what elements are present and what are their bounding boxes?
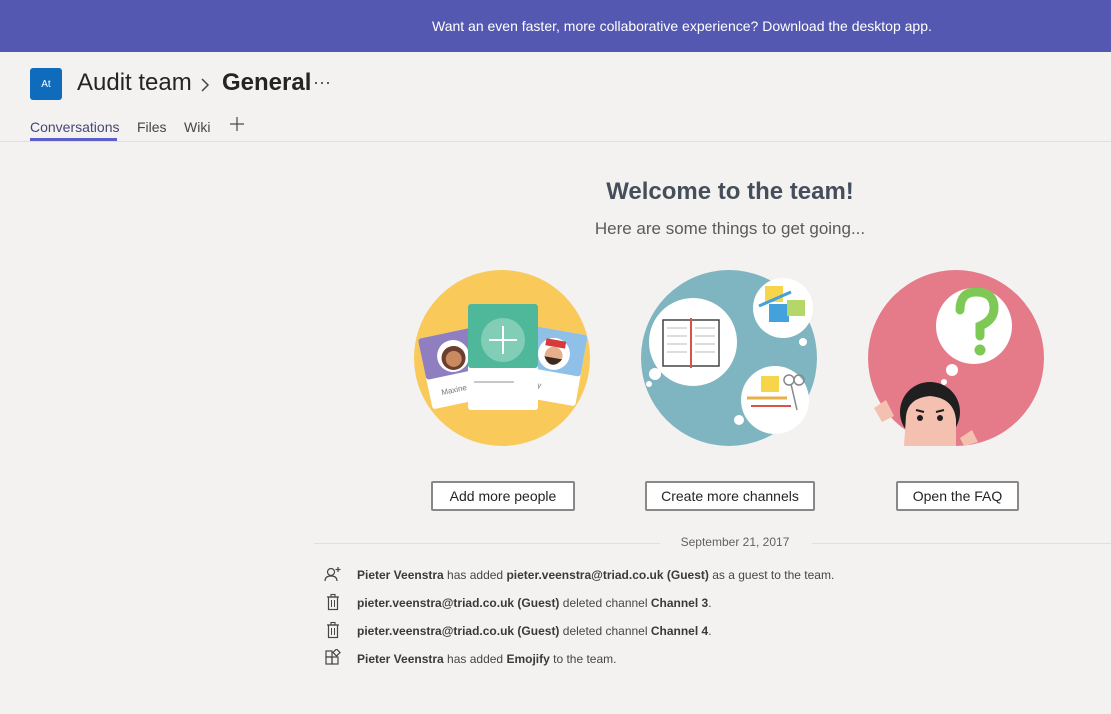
activity-entity[interactable]: pieter.veenstra@triad.co.uk (Guest) [506, 568, 708, 582]
feed-date: September 21, 2017 [664, 535, 806, 549]
activity-phrase: has added [443, 568, 507, 582]
add-people-illustration: Maxine ky [414, 270, 590, 446]
create-channels-illustration [641, 270, 817, 446]
header-divider [0, 141, 1111, 142]
activity-text: pieter.veenstra@triad.co.uk (Guest) dele… [357, 624, 712, 638]
activity-entity[interactable]: Channel 4 [651, 624, 708, 638]
activity-text: Pieter Veenstra has added Emojify to the… [357, 652, 616, 666]
activity-entity[interactable]: Pieter Veenstra [357, 568, 444, 582]
activity-item: Pieter Veenstra has added Emojify to the… [324, 649, 1084, 669]
activity-phrase: to the team. [549, 652, 617, 666]
activity-item: Pieter Veenstra has added pieter.veenstr… [324, 565, 1084, 585]
activity-phrase: deleted channel [559, 596, 651, 610]
activity-entity[interactable]: Pieter Veenstra [357, 652, 444, 666]
create-more-channels-button[interactable]: Create more channels [645, 481, 815, 511]
banner-text[interactable]: Want an even faster, more collaborative … [432, 0, 932, 52]
activity-phrase: . [708, 596, 712, 610]
open-faq-button[interactable]: Open the FAQ [896, 481, 1019, 511]
more-options-icon[interactable]: ··· [313, 72, 331, 93]
activity-entity[interactable]: Channel 3 [651, 596, 708, 610]
activity-phrase: has added [443, 652, 507, 666]
activity-text: Pieter Veenstra has added pieter.veenstr… [357, 568, 834, 582]
activity-item: pieter.veenstra@triad.co.uk (Guest) dele… [324, 593, 1084, 613]
activity-entity[interactable]: pieter.veenstra@triad.co.uk (Guest) [357, 624, 559, 638]
trash-icon [327, 593, 339, 611]
channel-name: General [222, 69, 312, 96]
add-more-people-button[interactable]: Add more people [431, 481, 575, 511]
activity-entity[interactable]: Emojify [506, 652, 549, 666]
team-avatar[interactable]: At [30, 68, 62, 100]
activity-item: pieter.veenstra@triad.co.uk (Guest) dele… [324, 621, 1084, 641]
app-icon [325, 649, 341, 665]
desktop-app-banner[interactable]: Want an even faster, more collaborative … [0, 0, 1111, 52]
welcome-subtitle: Here are some things to get going... [594, 219, 866, 238]
activity-phrase: as a guest to the team. [708, 568, 835, 582]
date-divider-left [314, 543, 660, 544]
activity-text: pieter.veenstra@triad.co.uk (Guest) dele… [357, 596, 712, 610]
add-guest-icon [324, 567, 341, 582]
activity-entity[interactable]: pieter.veenstra@triad.co.uk (Guest) [357, 596, 559, 610]
tab-wiki[interactable]: Wiki [184, 119, 210, 135]
chevron-right-icon [201, 78, 210, 92]
tab-conversations[interactable]: Conversations [30, 119, 120, 135]
team-name[interactable]: Audit team [77, 69, 192, 97]
add-tab-icon[interactable] [229, 116, 245, 132]
channel-header: At Audit team General ··· Conversations … [0, 52, 1111, 142]
trash-icon [327, 621, 339, 639]
date-divider-right [812, 543, 1111, 544]
tab-files[interactable]: Files [137, 119, 167, 135]
faq-illustration [868, 270, 1044, 446]
welcome-title: Welcome to the team! [606, 178, 854, 205]
activity-phrase: deleted channel [559, 624, 651, 638]
activity-phrase: . [708, 624, 712, 638]
